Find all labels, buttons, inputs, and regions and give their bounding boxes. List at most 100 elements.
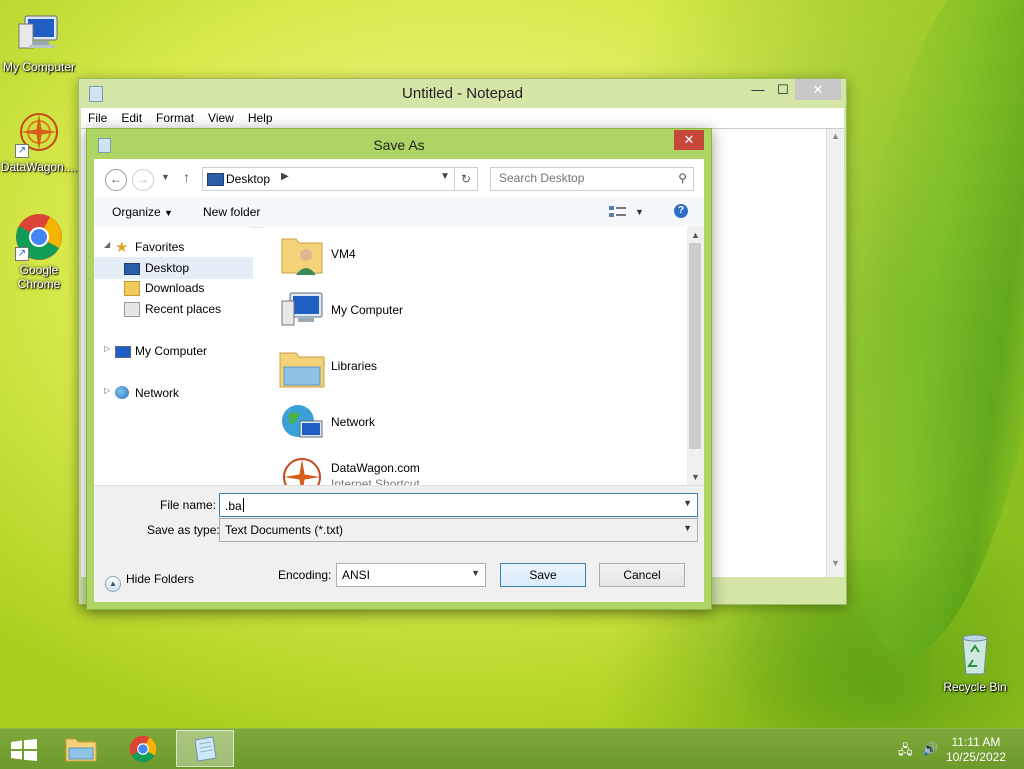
- forward-arrow-icon[interactable]: →: [132, 169, 154, 191]
- taskbar-chrome[interactable]: [114, 730, 172, 767]
- refresh-icon[interactable]: ↻: [454, 168, 477, 190]
- notepad-title: Untitled - Notepad: [402, 85, 523, 102]
- organize-button[interactable]: Organize ▼: [112, 205, 173, 219]
- file-item-my-computer[interactable]: My Computer: [278, 287, 658, 339]
- chrome-icon: [129, 735, 157, 763]
- star-icon: ★: [115, 239, 129, 256]
- computer-icon: [115, 346, 131, 358]
- encoding-select[interactable]: ANSI ▼: [336, 563, 486, 587]
- scroll-up-icon[interactable]: ▲: [827, 131, 844, 148]
- save-as-type-select[interactable]: Text Documents (*.txt) ▼: [219, 518, 698, 542]
- file-item-datawagon[interactable]: DataWagon.com Internet Shortcut: [278, 453, 658, 485]
- dialog-close-button[interactable]: ✕: [674, 130, 704, 150]
- taskbar: 🖧 🔊 11:11 AM 10/25/2022: [0, 728, 1024, 769]
- file-name: DataWagon.com: [331, 461, 420, 475]
- collapse-arrow-icon: ▲: [105, 576, 121, 592]
- recent-locations-icon[interactable]: ▼: [161, 172, 170, 182]
- notepad-menubar: File Edit Format View Help: [81, 108, 844, 128]
- address-location[interactable]: Desktop: [226, 172, 270, 186]
- save-as-type-label: Save as type:: [147, 523, 220, 537]
- desktop-icon-recycle-bin[interactable]: Recycle Bin: [934, 630, 1016, 694]
- nav-recent-places[interactable]: Recent places: [94, 299, 251, 319]
- hide-folders-button[interactable]: ▲ Hide Folders: [105, 572, 194, 592]
- windows-start-icon[interactable]: [10, 739, 38, 761]
- expand-collapse-icon[interactable]: ◢: [104, 240, 110, 249]
- downloads-folder-icon: [124, 281, 140, 296]
- network-icon: [115, 386, 129, 399]
- change-view-icon[interactable]: [609, 205, 627, 219]
- menu-help[interactable]: Help: [241, 108, 280, 125]
- search-input[interactable]: [491, 168, 669, 188]
- minimize-button[interactable]: —: [744, 79, 772, 100]
- address-bar[interactable]: Desktop ▶ ▼ ↻: [202, 167, 478, 191]
- scroll-down-icon[interactable]: ▼: [687, 472, 704, 482]
- expand-arrow-icon[interactable]: ▷: [104, 344, 110, 353]
- scroll-up-icon[interactable]: ▲: [687, 230, 704, 240]
- menu-file[interactable]: File: [81, 108, 114, 125]
- expand-arrow-icon[interactable]: ▷: [104, 386, 110, 395]
- recent-places-icon: [124, 302, 140, 317]
- help-icon[interactable]: ?: [674, 204, 688, 218]
- chevron-down-icon[interactable]: ▼: [683, 523, 692, 533]
- nav-label: Favorites: [135, 240, 185, 254]
- libraries-icon: [278, 343, 326, 391]
- network-tray-icon[interactable]: 🖧: [898, 741, 913, 763]
- scrollbar-thumb[interactable]: [689, 243, 701, 449]
- file-name-label: File name:: [160, 498, 217, 512]
- save-as-type-value: Text Documents (*.txt): [225, 523, 344, 537]
- maximize-button[interactable]: ☐: [769, 79, 797, 100]
- nav-desktop[interactable]: Desktop: [94, 257, 253, 279]
- desktop-icon-datawagon[interactable]: ↗ DataWagon....: [0, 110, 80, 174]
- nav-favorites[interactable]: ◢ ★ Favorites: [94, 237, 251, 257]
- desktop-icon: [124, 263, 140, 275]
- system-clock[interactable]: 11:11 AM 10/25/2022: [946, 735, 1006, 765]
- nav-downloads[interactable]: Downloads: [94, 278, 251, 298]
- cancel-button[interactable]: Cancel: [599, 563, 685, 587]
- file-item-vm4[interactable]: VM4: [278, 231, 658, 283]
- nav-label: Desktop: [145, 261, 190, 275]
- back-arrow-icon[interactable]: ←: [105, 169, 127, 191]
- menu-format[interactable]: Format: [149, 108, 201, 125]
- chevron-down-icon[interactable]: ▼: [471, 568, 480, 578]
- file-list-scrollbar[interactable]: ▲ ▼: [687, 227, 704, 485]
- save-as-titlebar[interactable]: Save As ✕: [87, 129, 711, 159]
- chrome-icon: ↗: [15, 213, 63, 261]
- file-name: Libraries: [331, 359, 378, 373]
- nav-network[interactable]: ▷ Network: [94, 383, 251, 403]
- computer-icon: [278, 287, 326, 335]
- search-box[interactable]: ⚲: [490, 167, 694, 191]
- command-bar: Organize ▼ New folder ▼ ?: [94, 197, 704, 228]
- notepad-titlebar[interactable]: Untitled - Notepad — ☐ ✕: [79, 79, 846, 108]
- desktop-icon-my-computer[interactable]: My Computer: [0, 10, 80, 74]
- desktop-icon-chrome[interactable]: ↗ Google Chrome: [0, 213, 80, 291]
- close-button[interactable]: ✕: [795, 79, 841, 100]
- breadcrumb-chevron-icon[interactable]: ▶: [281, 171, 289, 182]
- chevron-down-icon[interactable]: ▼: [683, 498, 692, 508]
- save-button[interactable]: Save: [500, 563, 586, 587]
- file-item-libraries[interactable]: Libraries: [278, 343, 658, 395]
- file-item-network[interactable]: Network: [278, 399, 658, 451]
- datawagon-logo-icon: ↗: [15, 110, 63, 158]
- menu-edit[interactable]: Edit: [114, 108, 149, 125]
- view-options-dropdown-icon[interactable]: ▼: [635, 207, 644, 217]
- chevron-down-icon: ▼: [164, 208, 173, 218]
- save-as-dialog: Save As ✕ ← → ▼ ↑ Desktop ▶ ▼ ↻ ⚲ Organi…: [86, 128, 712, 610]
- encoding-value: ANSI: [342, 568, 371, 582]
- new-folder-button[interactable]: New folder: [203, 205, 260, 219]
- taskbar-file-explorer[interactable]: [52, 730, 110, 767]
- volume-icon[interactable]: 🔊: [922, 741, 938, 757]
- nav-my-computer[interactable]: ▷ My Computer: [94, 341, 251, 361]
- recycle-bin-icon: [951, 630, 999, 678]
- nav-label: Network: [135, 386, 180, 400]
- clock-time: 11:11 AM: [951, 735, 1001, 749]
- up-arrow-icon[interactable]: ↑: [183, 169, 190, 185]
- shortcut-arrow-icon: ↗: [15, 247, 29, 261]
- address-dropdown-icon[interactable]: ▼: [440, 171, 450, 182]
- scroll-down-icon[interactable]: ▼: [827, 558, 844, 575]
- file-name-input[interactable]: .ba ▼: [219, 493, 698, 517]
- user-folder-icon: [278, 231, 326, 279]
- search-icon[interactable]: ⚲: [678, 171, 687, 185]
- notepad-vertical-scrollbar[interactable]: ▲ ▼: [826, 129, 844, 577]
- taskbar-notepad[interactable]: [176, 730, 234, 767]
- menu-view[interactable]: View: [201, 108, 241, 125]
